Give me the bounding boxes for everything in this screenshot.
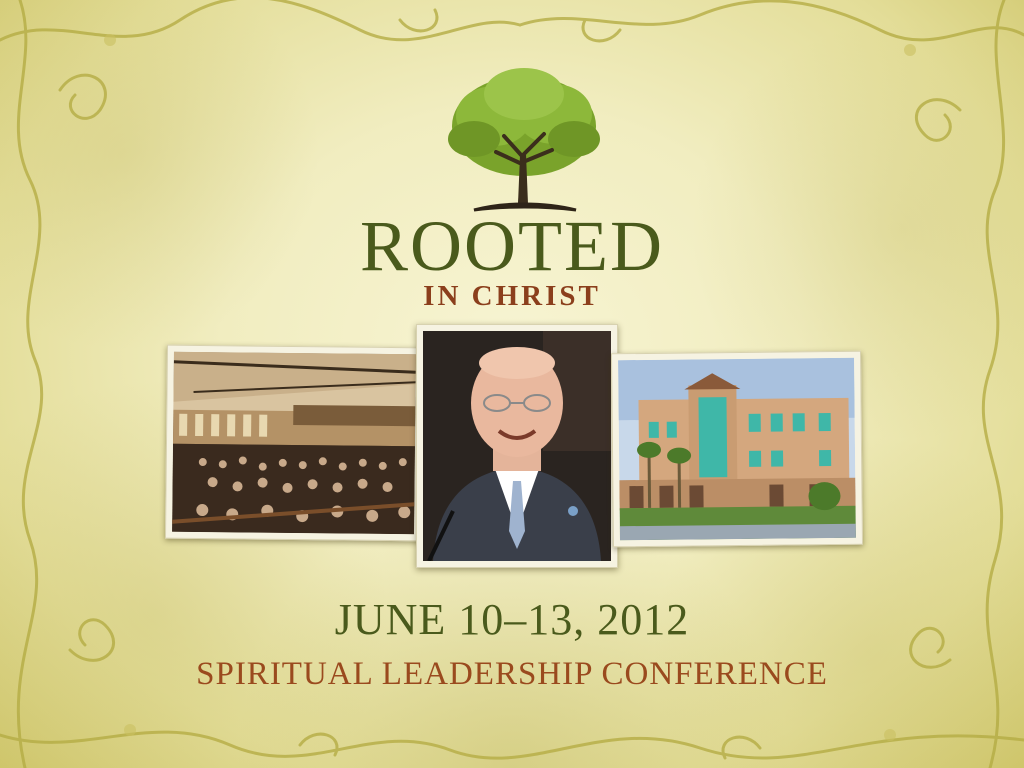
- event-title: ROOTED: [360, 206, 664, 286]
- auditorium-photo: [164, 344, 424, 542]
- speaker-photo: [416, 324, 618, 568]
- tree-icon: [448, 68, 600, 212]
- church-building-photo: [610, 350, 864, 548]
- church-building-image: [618, 357, 856, 541]
- conference-poster: ROOTED IN CHRIST JUNE 10–13, 2012 SPIRIT…: [0, 0, 1024, 768]
- speaker-portrait-image: [423, 331, 611, 561]
- auditorium-image: [172, 351, 416, 535]
- event-subtitle: IN CHRIST: [423, 280, 601, 312]
- event-name: SPIRITUAL LEADERSHIP CONFERENCE: [196, 656, 828, 692]
- event-dates: JUNE 10–13, 2012: [334, 595, 690, 644]
